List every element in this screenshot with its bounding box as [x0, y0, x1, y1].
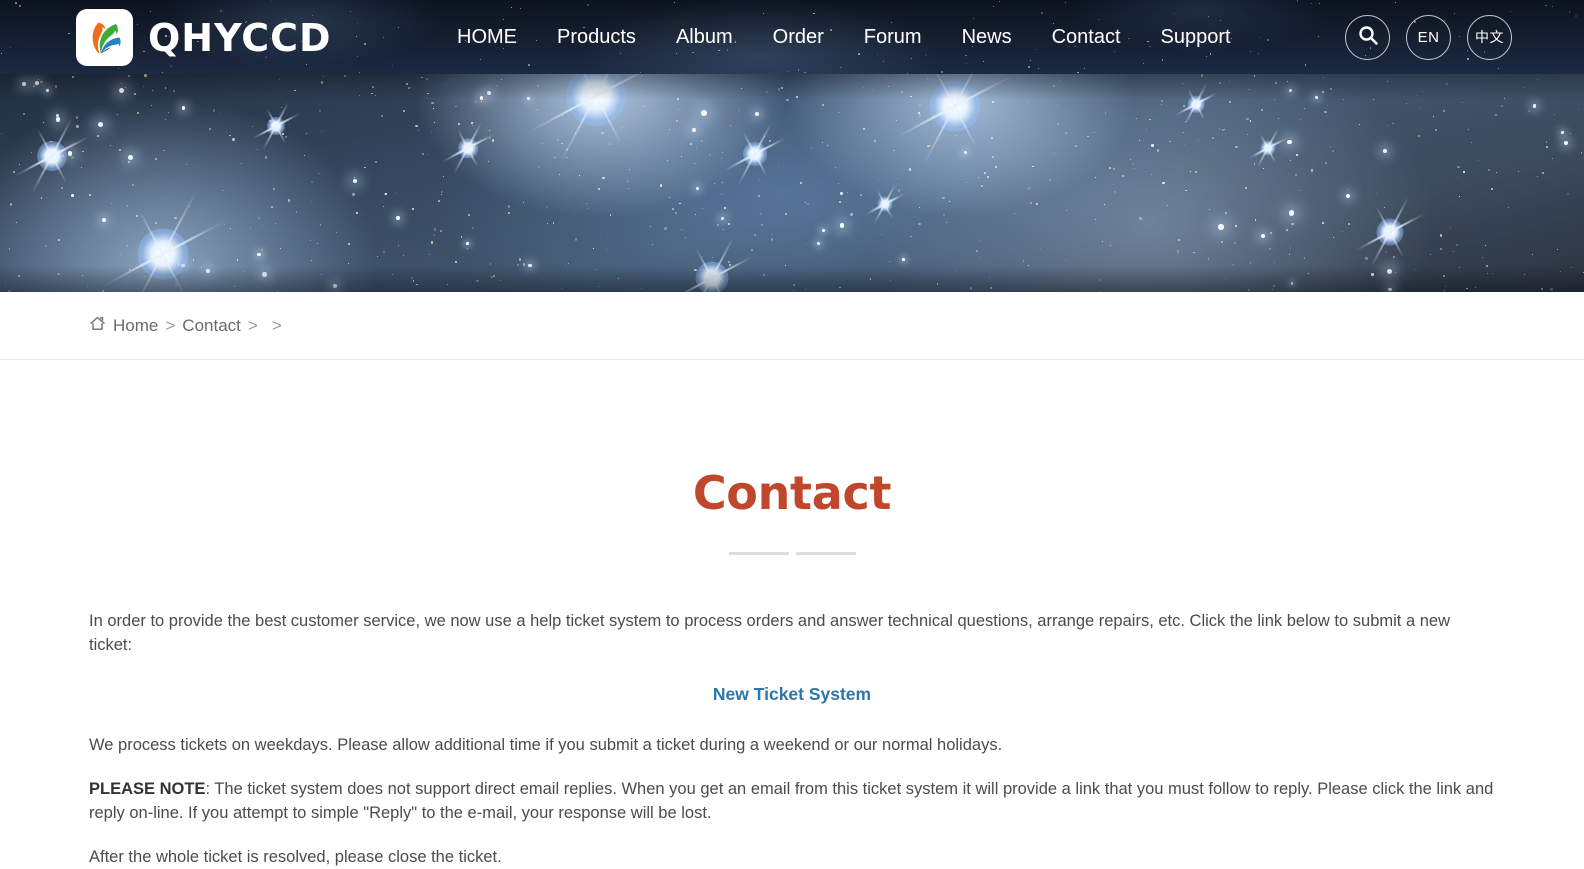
header-actions: EN 中文 — [1345, 0, 1512, 74]
main-navigation: HOME Products Album Order Forum News Con… — [437, 0, 1251, 74]
site-logo[interactable]: QHYCCD — [76, 9, 332, 66]
breadcrumb: Home > Contact > > — [89, 315, 282, 337]
intro-paragraph: In order to provide the best customer se… — [89, 612, 1450, 654]
nav-contact[interactable]: Contact — [1032, 0, 1141, 74]
close-ticket-paragraph: After the whole ticket is resolved, plea… — [89, 847, 502, 866]
nav-forum[interactable]: Forum — [844, 0, 942, 74]
nav-news[interactable]: News — [942, 0, 1032, 74]
page-title: Contact — [692, 466, 892, 520]
nav-album[interactable]: Album — [656, 0, 753, 74]
breadcrumb-separator-2: > — [247, 315, 258, 335]
breadcrumb-separator-3: > — [271, 315, 282, 335]
please-note-label: PLEASE NOTE — [89, 779, 206, 798]
divider-segment-right — [795, 552, 856, 555]
please-note-paragraph: PLEASE NOTE: The ticket system does not … — [89, 778, 1495, 826]
language-en-button[interactable]: EN — [1406, 14, 1451, 60]
qhyccd-flame-logo-icon — [76, 9, 133, 66]
breadcrumb-bar: Home > Contact > > — [0, 292, 1584, 360]
hero-banner — [0, 74, 1584, 292]
home-icon — [89, 315, 106, 337]
processing-times-paragraph: We process tickets on weekdays. Please a… — [89, 735, 1003, 754]
hero-vignette — [0, 74, 1584, 292]
search-button[interactable] — [1345, 14, 1390, 60]
nav-products[interactable]: Products — [537, 0, 656, 74]
new-ticket-system-link[interactable]: New Ticket System — [713, 684, 871, 704]
divider-segment-left — [728, 552, 789, 555]
site-logo-text: QHYCCD — [148, 15, 332, 60]
breadcrumb-item-home[interactable]: Home — [113, 316, 158, 336]
contact-body: In order to provide the best customer se… — [89, 610, 1495, 869]
title-divider — [728, 552, 856, 555]
breadcrumb-item-contact[interactable]: Contact — [182, 316, 241, 336]
main-content: Contact In order to provide the best cus… — [0, 361, 1584, 869]
breadcrumb-separator: > — [165, 315, 176, 335]
please-note-text: : The ticket system does not support dir… — [89, 779, 1494, 822]
page-root: QHYCCD HOME Products Album Order Forum N… — [0, 0, 1584, 869]
nav-home[interactable]: HOME — [437, 0, 537, 74]
search-icon — [1357, 24, 1379, 50]
nav-order[interactable]: Order — [753, 0, 844, 74]
site-header: QHYCCD HOME Products Album Order Forum N… — [0, 0, 1584, 74]
nav-support[interactable]: Support — [1141, 0, 1251, 74]
language-cn-button[interactable]: 中文 — [1467, 14, 1512, 60]
ticket-link-wrapper: New Ticket System — [89, 682, 1495, 708]
